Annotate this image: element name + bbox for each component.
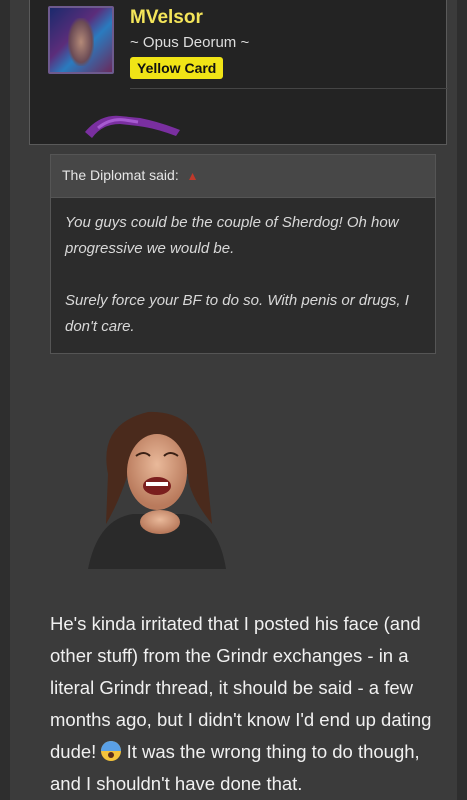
header-divider (130, 88, 448, 89)
page-gutter-right (457, 0, 467, 800)
signature-image (85, 115, 180, 138)
avatar-figure (68, 18, 94, 66)
status-badge: Yellow Card (130, 57, 224, 79)
post-author-header: MVelsor ~ Opus Deorum ~ Yellow Card (29, 0, 448, 145)
quote-body: You guys could be the couple of Sherdog!… (51, 198, 435, 378)
forum-post: MVelsor ~ Opus Deorum ~ Yellow Card The … (10, 0, 457, 800)
post-body-text: He's kinda irritated that I posted his f… (50, 608, 450, 800)
up-arrow-icon[interactable]: ▲ (187, 169, 199, 183)
shocked-face-icon (101, 741, 122, 761)
user-avatar[interactable] (48, 6, 114, 74)
username-link[interactable]: MVelsor (130, 7, 203, 29)
user-title: ~ Opus Deorum ~ (130, 34, 250, 51)
quote-line: Surely force your BF to do so. With peni… (65, 292, 409, 335)
reaction-gif-image (88, 411, 226, 569)
quote-block: The Diplomat said: ▲ You guys could be t… (50, 154, 436, 354)
page-gutter-left (0, 0, 10, 800)
quote-author[interactable]: The Diplomat said: (62, 167, 179, 183)
quote-header[interactable]: The Diplomat said: ▲ (51, 155, 435, 198)
post-text-part: He's kinda irritated that I posted his f… (50, 613, 432, 762)
quote-line: You guys could be the couple of Sherdog!… (65, 214, 399, 257)
